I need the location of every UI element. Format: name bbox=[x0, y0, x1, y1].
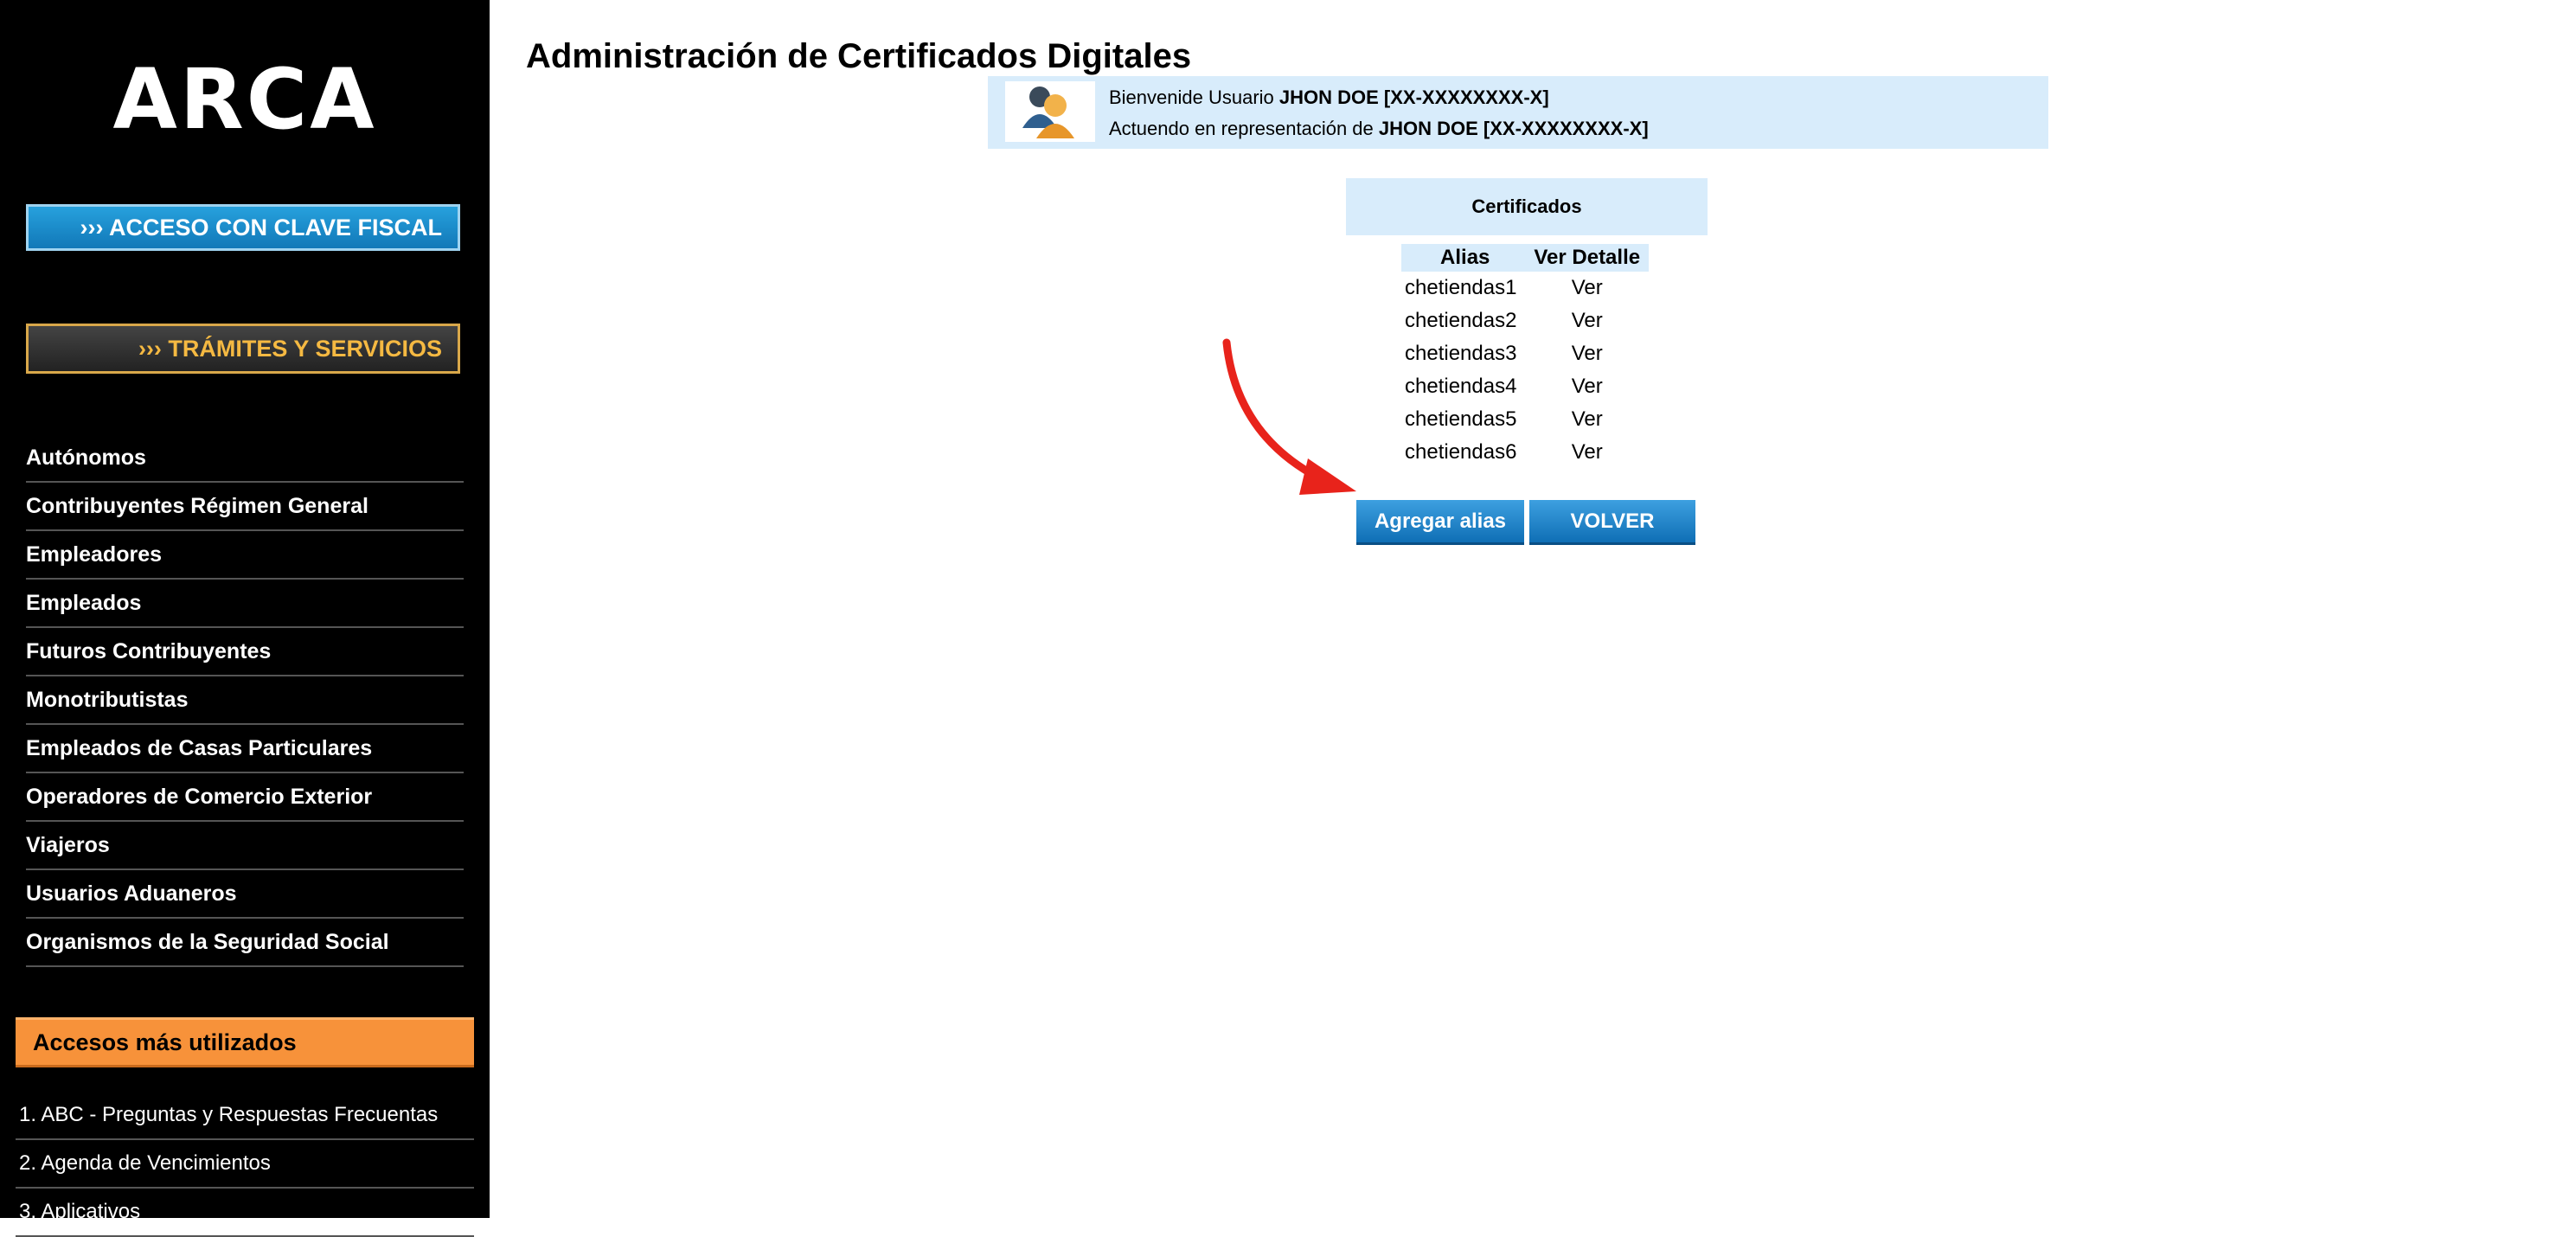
alias-cell: chetiendas6 bbox=[1405, 440, 1517, 464]
arca-logo[interactable]: ARCA bbox=[0, 48, 490, 151]
acceso-clave-fiscal-button[interactable]: ››› ACCESO CON CLAVE FISCAL bbox=[26, 204, 460, 251]
table-row: chetiendas4 Ver bbox=[1401, 370, 1649, 403]
col-ver-detalle: Ver Detalle bbox=[1525, 244, 1649, 272]
alias-cell: chetiendas1 bbox=[1405, 276, 1517, 299]
acting-line: Actuendo en representación de JHON DOE [… bbox=[1109, 116, 1649, 142]
table-row: chetiendas6 Ver bbox=[1401, 436, 1649, 469]
accesos-list: 1. ABC - Preguntas y Respuestas Frecuent… bbox=[16, 1092, 474, 1237]
agregar-alias-button[interactable]: Agregar alias bbox=[1356, 500, 1524, 545]
sidebar-item-contribuyentes-regimen-general[interactable]: Contribuyentes Régimen General bbox=[26, 483, 464, 531]
volver-button[interactable]: VOLVER bbox=[1529, 500, 1695, 545]
ver-link[interactable]: Ver bbox=[1525, 436, 1649, 469]
sidebar-item-futuros-contribuyentes[interactable]: Futuros Contribuyentes bbox=[26, 628, 464, 676]
sidebar-item-organismos-seguridad-social[interactable]: Organismos de la Seguridad Social bbox=[26, 919, 464, 967]
accesos-header: Accesos más utilizados bbox=[16, 1017, 474, 1067]
table-row: chetiendas5 Ver bbox=[1401, 403, 1649, 436]
alias-cell: chetiendas2 bbox=[1405, 309, 1517, 332]
alias-cell: chetiendas3 bbox=[1405, 342, 1517, 365]
alias-cell: chetiendas4 bbox=[1405, 375, 1517, 398]
sidebar-item-usuarios-aduaneros[interactable]: Usuarios Aduaneros bbox=[26, 870, 464, 919]
acceso-item-aplicativos[interactable]: 3. Aplicativos bbox=[16, 1189, 474, 1237]
acceso-item-abc[interactable]: 1. ABC - Preguntas y Respuestas Frecuent… bbox=[16, 1092, 474, 1140]
col-alias: Alias bbox=[1401, 244, 1526, 272]
welcome-user-name: JHON DOE [XX-XXXXXXXX-X] bbox=[1278, 87, 1549, 108]
sidebar-item-empleados-casas-particulares[interactable]: Empleados de Casas Particulares bbox=[26, 725, 464, 773]
tramites-servicios-button[interactable]: ››› TRÁMITES Y SERVICIOS bbox=[26, 324, 460, 374]
sidebar-item-empleados[interactable]: Empleados bbox=[26, 580, 464, 628]
ver-link[interactable]: Ver bbox=[1525, 272, 1649, 304]
certificados-header: Certificados bbox=[1346, 178, 1708, 235]
users-icon bbox=[1005, 81, 1095, 142]
sidebar-item-viajeros[interactable]: Viajeros bbox=[26, 822, 464, 870]
table-row: chetiendas3 Ver bbox=[1401, 337, 1649, 370]
certificados-table: Alias Ver Detalle chetiendas1 Ver chetie… bbox=[1401, 244, 1649, 469]
acting-prefix: Actuendo en representación de bbox=[1109, 118, 1374, 139]
sidebar-item-monotributistas[interactable]: Monotributistas bbox=[26, 676, 464, 725]
alias-cell: chetiendas5 bbox=[1405, 407, 1517, 431]
table-row: chetiendas2 Ver bbox=[1401, 304, 1649, 337]
red-arrow-annotation bbox=[1222, 338, 1356, 495]
sidebar-nav: Autónomos Contribuyentes Régimen General… bbox=[26, 434, 464, 967]
sidebar-item-autonomos[interactable]: Autónomos bbox=[26, 434, 464, 483]
ver-link[interactable]: Ver bbox=[1525, 403, 1649, 436]
acting-user-name: JHON DOE [XX-XXXXXXXX-X] bbox=[1378, 118, 1649, 139]
ver-link[interactable]: Ver bbox=[1525, 370, 1649, 403]
sidebar-item-operadores-comercio-exterior[interactable]: Operadores de Comercio Exterior bbox=[26, 773, 464, 822]
sidebar: ARCA ››› ACCESO CON CLAVE FISCAL ››› TRÁ… bbox=[0, 0, 490, 1237]
user-info-box: Bienvenide Usuario JHON DOE [XX-XXXXXXXX… bbox=[988, 76, 2048, 149]
ver-link[interactable]: Ver bbox=[1525, 337, 1649, 370]
sidebar-item-empleadores[interactable]: Empleadores bbox=[26, 531, 464, 580]
acceso-item-agenda[interactable]: 2. Agenda de Vencimientos bbox=[16, 1140, 474, 1189]
ver-link[interactable]: Ver bbox=[1525, 304, 1649, 337]
welcome-line: Bienvenide Usuario JHON DOE [XX-XXXXXXXX… bbox=[1109, 85, 1549, 111]
welcome-prefix: Bienvenide Usuario bbox=[1109, 87, 1274, 108]
table-row: chetiendas1 Ver bbox=[1401, 272, 1649, 304]
page-title: Administración de Certificados Digitales bbox=[526, 37, 1192, 75]
